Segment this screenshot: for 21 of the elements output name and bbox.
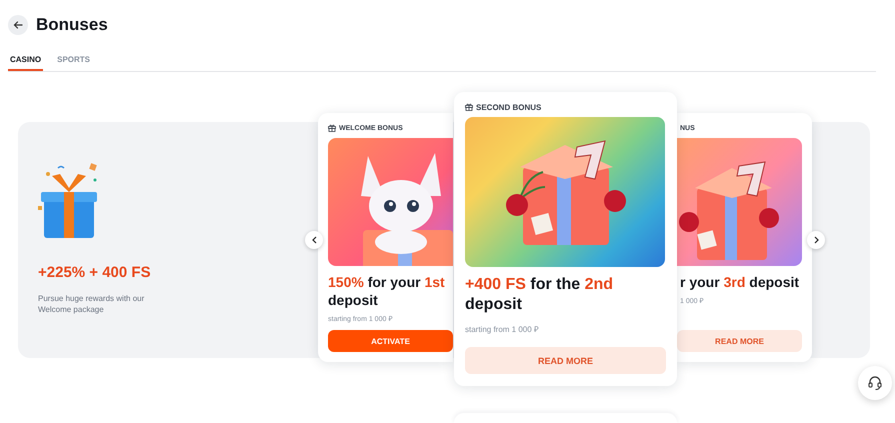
bonus-category-label: SECOND BONUS bbox=[476, 102, 542, 112]
chevron-right-icon bbox=[814, 236, 818, 244]
page-title: Bonuses bbox=[36, 15, 108, 35]
back-button[interactable] bbox=[8, 15, 28, 35]
read-more-button[interactable]: READ MORE bbox=[465, 347, 666, 374]
headset-icon bbox=[867, 375, 883, 391]
tab[interactable]: SPORTS bbox=[55, 55, 92, 71]
activate-button[interactable]: ACTIVATE bbox=[328, 330, 453, 352]
read-more-button[interactable]: READ MORE bbox=[677, 330, 802, 352]
chevron-left-icon bbox=[312, 236, 316, 244]
tab[interactable]: CASINO bbox=[8, 55, 44, 71]
promo-headline: +225% + 400 FS bbox=[38, 264, 151, 281]
bonus-title: r your 3rd deposit bbox=[679, 273, 800, 291]
support-button[interactable] bbox=[858, 366, 892, 400]
bonus-title: 150% for your 1st deposit bbox=[328, 273, 446, 309]
gift-icon bbox=[465, 103, 473, 111]
gift-icon bbox=[328, 124, 336, 132]
back-arrow-icon bbox=[13, 21, 23, 29]
minimum-deposit: starting from 1 000 ₽ bbox=[465, 324, 540, 334]
bonus-title: +400 FS for the 2nd deposit bbox=[465, 275, 614, 315]
promo-description: Pursue huge rewards with our Welcome package bbox=[38, 293, 146, 315]
